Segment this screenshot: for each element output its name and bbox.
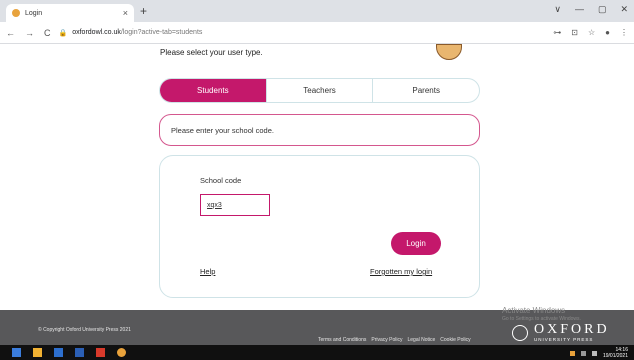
close-window-button[interactable]: ✕ [620, 4, 628, 15]
address-bar-icons: ⊶ ⊡ ☆ ● ⋮ [553, 28, 628, 37]
reload-icon[interactable]: C [44, 28, 51, 38]
user-type-prompt: Please select your user type. [160, 48, 263, 57]
site-footer: © Copyright Oxford University Press 2021… [0, 310, 634, 345]
tray-app-icon[interactable] [570, 351, 575, 356]
school-code-input[interactable]: xqx3 [200, 194, 270, 216]
maximize-button[interactable]: ▢ [598, 4, 607, 15]
owl-mascot-icon [436, 44, 462, 60]
tab-login[interactable]: Login × [6, 4, 134, 22]
new-tab-button[interactable]: + [140, 4, 147, 18]
forward-icon[interactable]: → [25, 28, 34, 38]
chrome-icon[interactable] [117, 348, 126, 357]
profile-avatar-icon[interactable]: ● [605, 28, 610, 37]
url-field[interactable]: 🔒 oxfordowl.co.uk /login?active-tab=stud… [59, 25, 554, 41]
tab-students[interactable]: Students [160, 79, 266, 102]
login-button[interactable]: Login [391, 232, 441, 255]
school-code-label: School code [200, 176, 241, 185]
lock-icon[interactable]: 🔒 [59, 29, 68, 37]
system-tray: 14:16 19/01/2021 [570, 347, 628, 359]
menu-kebab-icon[interactable]: ⋮ [620, 28, 628, 37]
media-icon[interactable]: ⊡ [571, 28, 578, 37]
minimize-button[interactable]: — [575, 4, 584, 15]
url-path: /login?active-tab=students [121, 29, 203, 36]
url-host: oxfordowl.co.uk [72, 29, 121, 36]
tab-teachers[interactable]: Teachers [266, 79, 373, 102]
windows-taskbar: 14:16 19/01/2021 [0, 345, 634, 360]
clock[interactable]: 14:16 19/01/2021 [603, 347, 628, 359]
tray-network-icon[interactable] [581, 351, 586, 356]
browser-tab-bar: Login × + ∨ — ▢ ✕ [0, 0, 634, 22]
oxford-logo-subtext: UNIVERSITY PRESS [534, 337, 610, 342]
oxford-logo[interactable]: OXFORD UNIVERSITY PRESS [512, 323, 610, 342]
file-explorer-icon[interactable] [33, 348, 42, 357]
privacy-link[interactable]: Privacy Policy [371, 337, 402, 343]
store-icon[interactable] [54, 348, 63, 357]
tab-title: Login [25, 10, 123, 17]
activate-windows-title: Activate Windows [502, 306, 565, 315]
forgotten-login-link[interactable]: Forgotten my login [370, 267, 432, 276]
window-controls: ∨ — ▢ ✕ [554, 4, 628, 15]
tray-volume-icon[interactable] [592, 351, 597, 356]
copyright-text: © Copyright Oxford University Press 2021 [38, 327, 131, 333]
page-content: Please select your user type. Students T… [0, 44, 634, 310]
legal-link[interactable]: Legal Notice [407, 337, 435, 343]
owl-favicon-icon [12, 9, 20, 17]
windows-start-icon[interactable] [12, 348, 21, 357]
login-card: School code xqx3 Login Help Forgotten my… [159, 155, 480, 298]
address-bar-row: ← → C 🔒 oxfordowl.co.uk /login?active-ta… [0, 22, 634, 44]
nav-buttons: ← → C [6, 28, 51, 38]
tab-close-icon[interactable]: × [123, 8, 128, 18]
oxford-logo-text: OXFORD [534, 323, 610, 337]
key-icon[interactable]: ⊶ [553, 28, 561, 37]
tab-parents[interactable]: Parents [372, 79, 479, 102]
footer-links: Terms and Conditions Privacy Policy Lega… [318, 337, 471, 343]
acrobat-icon[interactable] [96, 348, 105, 357]
oxford-logo-icon [512, 325, 528, 341]
cookie-link[interactable]: Cookie Policy [440, 337, 470, 343]
school-code-message: Please enter your school code. [159, 114, 480, 146]
bookmark-star-icon[interactable]: ☆ [588, 28, 595, 37]
help-link[interactable]: Help [200, 267, 215, 276]
user-type-tabs: Students Teachers Parents [159, 78, 480, 103]
word-icon[interactable] [75, 348, 84, 357]
back-icon[interactable]: ← [6, 28, 15, 38]
tab-search-icon[interactable]: ∨ [554, 4, 561, 15]
clock-date: 19/01/2021 [603, 353, 628, 359]
terms-link[interactable]: Terms and Conditions [318, 337, 366, 343]
